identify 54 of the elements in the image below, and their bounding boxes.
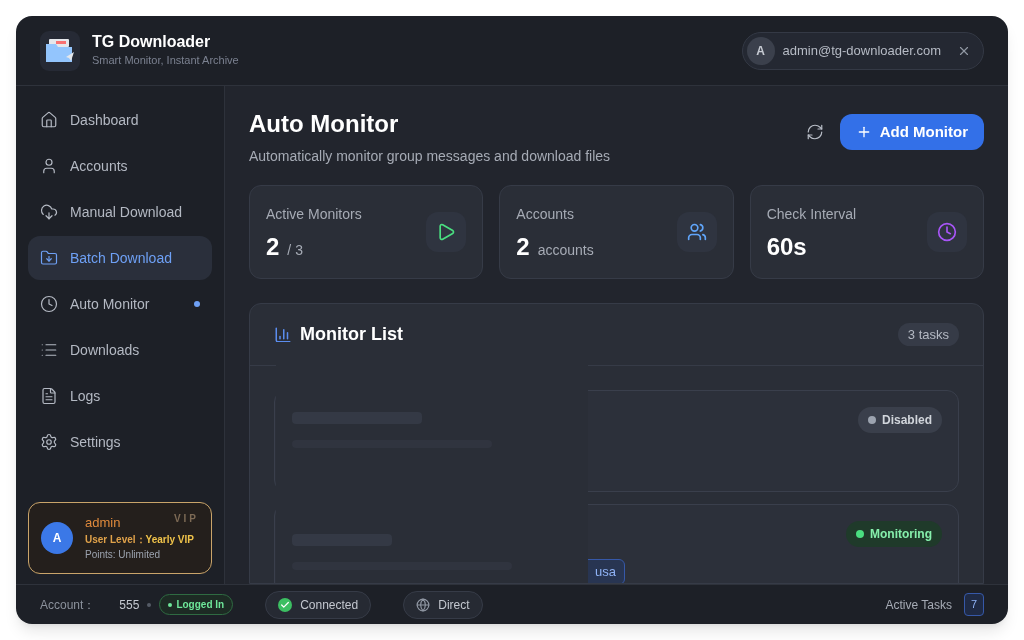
stat-label: Check Interval bbox=[766, 204, 857, 224]
stat-value: 60s bbox=[766, 232, 807, 261]
account-value: 555 bbox=[119, 596, 140, 614]
status-badge: Monitoring bbox=[846, 521, 942, 547]
stat-value: 2 bbox=[516, 232, 530, 261]
nav-item[interactable]: Downloads bbox=[28, 328, 212, 372]
stat-label: Active Monitors bbox=[266, 204, 362, 224]
refresh-icon[interactable] bbox=[805, 123, 824, 141]
panel-title: Monitor List bbox=[300, 323, 403, 346]
folder-download-icon bbox=[40, 249, 58, 267]
check-icon bbox=[278, 597, 293, 612]
clock-icon bbox=[40, 295, 58, 313]
user-email: admin@tg-downloader.com bbox=[782, 41, 941, 60]
list-icon bbox=[40, 341, 58, 359]
file-icon bbox=[40, 387, 58, 405]
proxy-status[interactable]: Direct bbox=[403, 590, 483, 619]
vip-avatar: A bbox=[41, 522, 73, 554]
user-chip[interactable]: A admin@tg-downloader.com bbox=[741, 31, 984, 70]
nav-item[interactable]: Settings bbox=[28, 420, 212, 464]
stat-unit: / 3 bbox=[287, 240, 303, 260]
active-tasks-count: 7 bbox=[963, 593, 984, 616]
nav-item[interactable]: Auto Monitor bbox=[28, 282, 212, 326]
status-badge: Disabled bbox=[858, 407, 942, 433]
nav-item[interactable]: Accounts bbox=[28, 144, 212, 188]
user-avatar: A bbox=[746, 36, 775, 65]
login-badge: Logged In bbox=[159, 594, 234, 615]
add-monitor-button[interactable]: Add Monitor bbox=[839, 114, 984, 150]
stat-value: 2 bbox=[266, 232, 280, 261]
bar-chart-icon bbox=[274, 325, 292, 344]
folder-logo-icon bbox=[40, 30, 80, 71]
user-level-label: User Level： bbox=[85, 534, 146, 545]
user-icon bbox=[40, 157, 58, 175]
cloud-download-icon bbox=[40, 203, 58, 221]
account-label: Account： bbox=[40, 596, 96, 614]
vip-tag: VIP bbox=[173, 511, 199, 526]
globe-icon bbox=[416, 597, 431, 612]
user-level-value: Yearly VIP bbox=[145, 534, 194, 545]
nav-item[interactable]: Batch Download bbox=[28, 236, 212, 280]
nav-item[interactable]: Dashboard bbox=[28, 98, 212, 142]
app-title: TG Downloader bbox=[92, 32, 212, 53]
points-text: Points: Unlimited bbox=[85, 549, 161, 561]
settings-icon bbox=[40, 433, 58, 451]
vip-username: admin bbox=[85, 515, 121, 531]
stat-unit: accounts bbox=[537, 240, 594, 260]
nav-item[interactable]: Manual Download bbox=[28, 190, 212, 234]
nav-item[interactable]: Logs bbox=[28, 374, 212, 418]
page-subtitle: Automatically monitor group messages and download files bbox=[249, 147, 611, 166]
home-icon bbox=[40, 111, 58, 129]
stat-label: Accounts bbox=[516, 204, 575, 224]
page-title: Auto Monitor bbox=[249, 110, 400, 138]
task-count: 3 tasks bbox=[897, 322, 959, 347]
app-tagline: Smart Monitor, Instant Archive bbox=[92, 53, 239, 69]
active-tasks-label: Active Tasks bbox=[885, 596, 952, 614]
connection-status: Connected bbox=[265, 590, 372, 619]
